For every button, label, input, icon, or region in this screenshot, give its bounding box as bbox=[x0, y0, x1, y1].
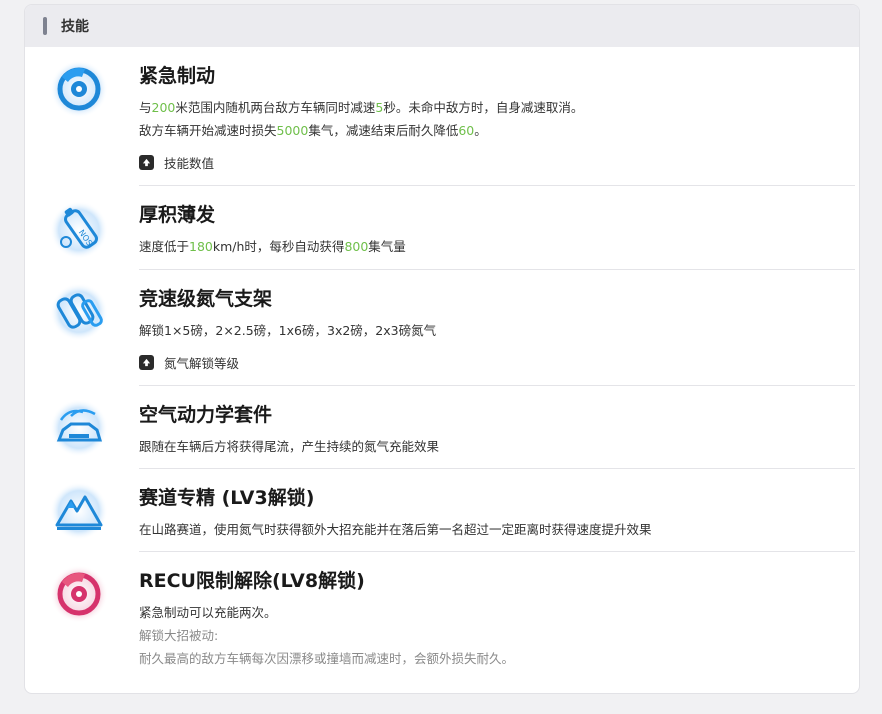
skill-description: 敌方车辆开始减速时损失5000集气，减速结束后耐久降低60。 bbox=[139, 123, 487, 138]
aero-kit-icon bbox=[49, 398, 109, 458]
header-accent-bar bbox=[43, 17, 47, 35]
skill-item: 紧急制动 与200米范围内随机两台敌方车辆同时减速5秒。未命中敌方时，自身减速取… bbox=[50, 47, 855, 186]
skill-description: 耐久最高的敌方车辆每次因漂移或撞墙而减速时，会额外损失耐久。 bbox=[139, 651, 515, 666]
skill-item: NOS 厚积薄发 速度低于180km/h时，每秒自动获得800集气量 bbox=[50, 186, 855, 270]
skill-description: 在山路赛道，使用氮气时获得额外大招充能并在落后第一名超过一定距离时获得速度提升效… bbox=[139, 522, 652, 537]
skill-title: 紧急制动 bbox=[139, 65, 216, 87]
skill-title: RECU限制解除(LV8解锁) bbox=[139, 570, 365, 592]
panel-header: 技能 bbox=[25, 5, 859, 47]
skill-description: 与200米范围内随机两台敌方车辆同时减速5秒。未命中敌方时，自身减速取消。 bbox=[139, 100, 584, 115]
skill-description: 解锁1×5磅，2×2.5磅，1x6磅，3x2磅，2x3磅氮气 bbox=[139, 323, 437, 338]
skill-description: 跟随在车辆后方将获得尾流，产生持续的氮气充能效果 bbox=[139, 439, 440, 454]
expand-skill-values-button[interactable]: 技能数值 bbox=[139, 153, 855, 172]
expand-label: 技能数值 bbox=[164, 156, 215, 171]
arrow-up-icon bbox=[139, 155, 154, 170]
skill-description: 紧急制动可以充能两次。 bbox=[139, 605, 277, 620]
brake-disc-icon bbox=[49, 59, 109, 119]
skill-description: 解锁大招被动: bbox=[139, 628, 219, 643]
skill-description: 速度低于180km/h时，每秒自动获得800集气量 bbox=[139, 239, 406, 254]
nitro-bottle-icon: NOS bbox=[49, 200, 109, 260]
skill-item: RECU限制解除(LV8解锁) 紧急制动可以充能两次。 解锁大招被动: 耐久最高… bbox=[50, 552, 855, 682]
expand-nitro-unlock-levels-button[interactable]: 氮气解锁等级 bbox=[139, 353, 855, 372]
skill-title: 空气动力学套件 bbox=[139, 404, 273, 426]
skill-title: 赛道专精 (LV3解锁) bbox=[139, 487, 315, 509]
skill-title: 竞速级氮气支架 bbox=[139, 288, 273, 310]
skill-item: 赛道专精 (LV3解锁) 在山路赛道，使用氮气时获得额外大招充能并在落后第一名超… bbox=[50, 469, 855, 552]
panel-title: 技能 bbox=[61, 19, 89, 35]
expand-label: 氮气解锁等级 bbox=[164, 356, 240, 371]
arrow-up-icon bbox=[139, 355, 154, 370]
skill-item: 空气动力学套件 跟随在车辆后方将获得尾流，产生持续的氮气充能效果 bbox=[50, 386, 855, 469]
brake-disc-red-icon bbox=[49, 564, 109, 624]
nitro-rack-icon bbox=[49, 282, 109, 342]
mountain-icon bbox=[49, 481, 109, 541]
skills-panel: 技能 紧急制动 与200米范围内随机两台敌方车辆同时减速5秒。未命中敌方时，自身… bbox=[24, 4, 860, 694]
skill-item: 竞速级氮气支架 解锁1×5磅，2×2.5磅，1x6磅，3x2磅，2x3磅氮气 氮… bbox=[50, 270, 855, 386]
skill-title: 厚积薄发 bbox=[139, 204, 216, 226]
